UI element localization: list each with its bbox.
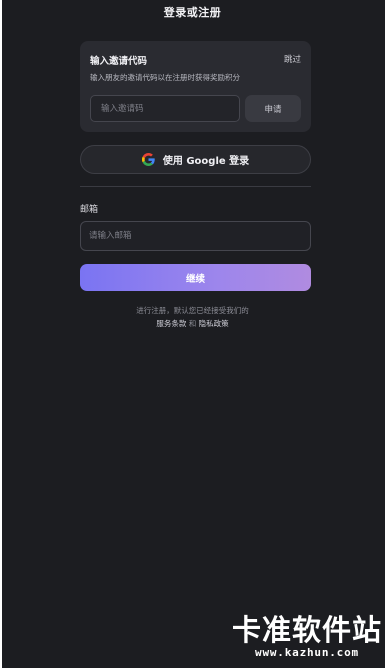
- invite-card-title: 输入邀请代码: [90, 56, 148, 67]
- terms-notice: 进行注册，默认您已经接受我们的: [136, 306, 249, 315]
- watermark-url: www.kazhun.com: [255, 646, 359, 659]
- apply-button[interactable]: 申请: [245, 95, 301, 122]
- left-edge-strip: [0, 0, 2, 668]
- google-login-label: 使用 Google 登录: [162, 156, 250, 167]
- invite-code-card: 输入邀请代码 跳过 输入朋友的邀请代码以在注册时获得奖励积分 申请: [80, 41, 311, 132]
- divider: [80, 186, 311, 187]
- google-icon: [141, 153, 155, 166]
- skip-link[interactable]: 跳过: [284, 53, 301, 65]
- email-label: 邮箱: [80, 205, 99, 215]
- privacy-policy-link[interactable]: 隐私政策: [199, 319, 229, 328]
- continue-button[interactable]: 继续: [80, 264, 311, 291]
- watermark: 卡准软件站 www.kazhun.com: [232, 614, 382, 659]
- terms-conjunction: 和: [188, 319, 197, 328]
- watermark-title: 卡准软件站: [232, 613, 383, 647]
- page-title: 登录或注册: [163, 6, 222, 19]
- invite-code-input[interactable]: [90, 95, 240, 122]
- terms-links-line: 服务条款 和 隐私政策: [0, 318, 385, 329]
- google-login-button[interactable]: 使用 Google 登录: [80, 145, 311, 174]
- email-input[interactable]: [80, 221, 311, 251]
- invite-card-description: 输入朋友的邀请代码以在注册时获得奖励积分: [90, 73, 240, 82]
- terms-of-service-link[interactable]: 服务条款: [156, 319, 186, 328]
